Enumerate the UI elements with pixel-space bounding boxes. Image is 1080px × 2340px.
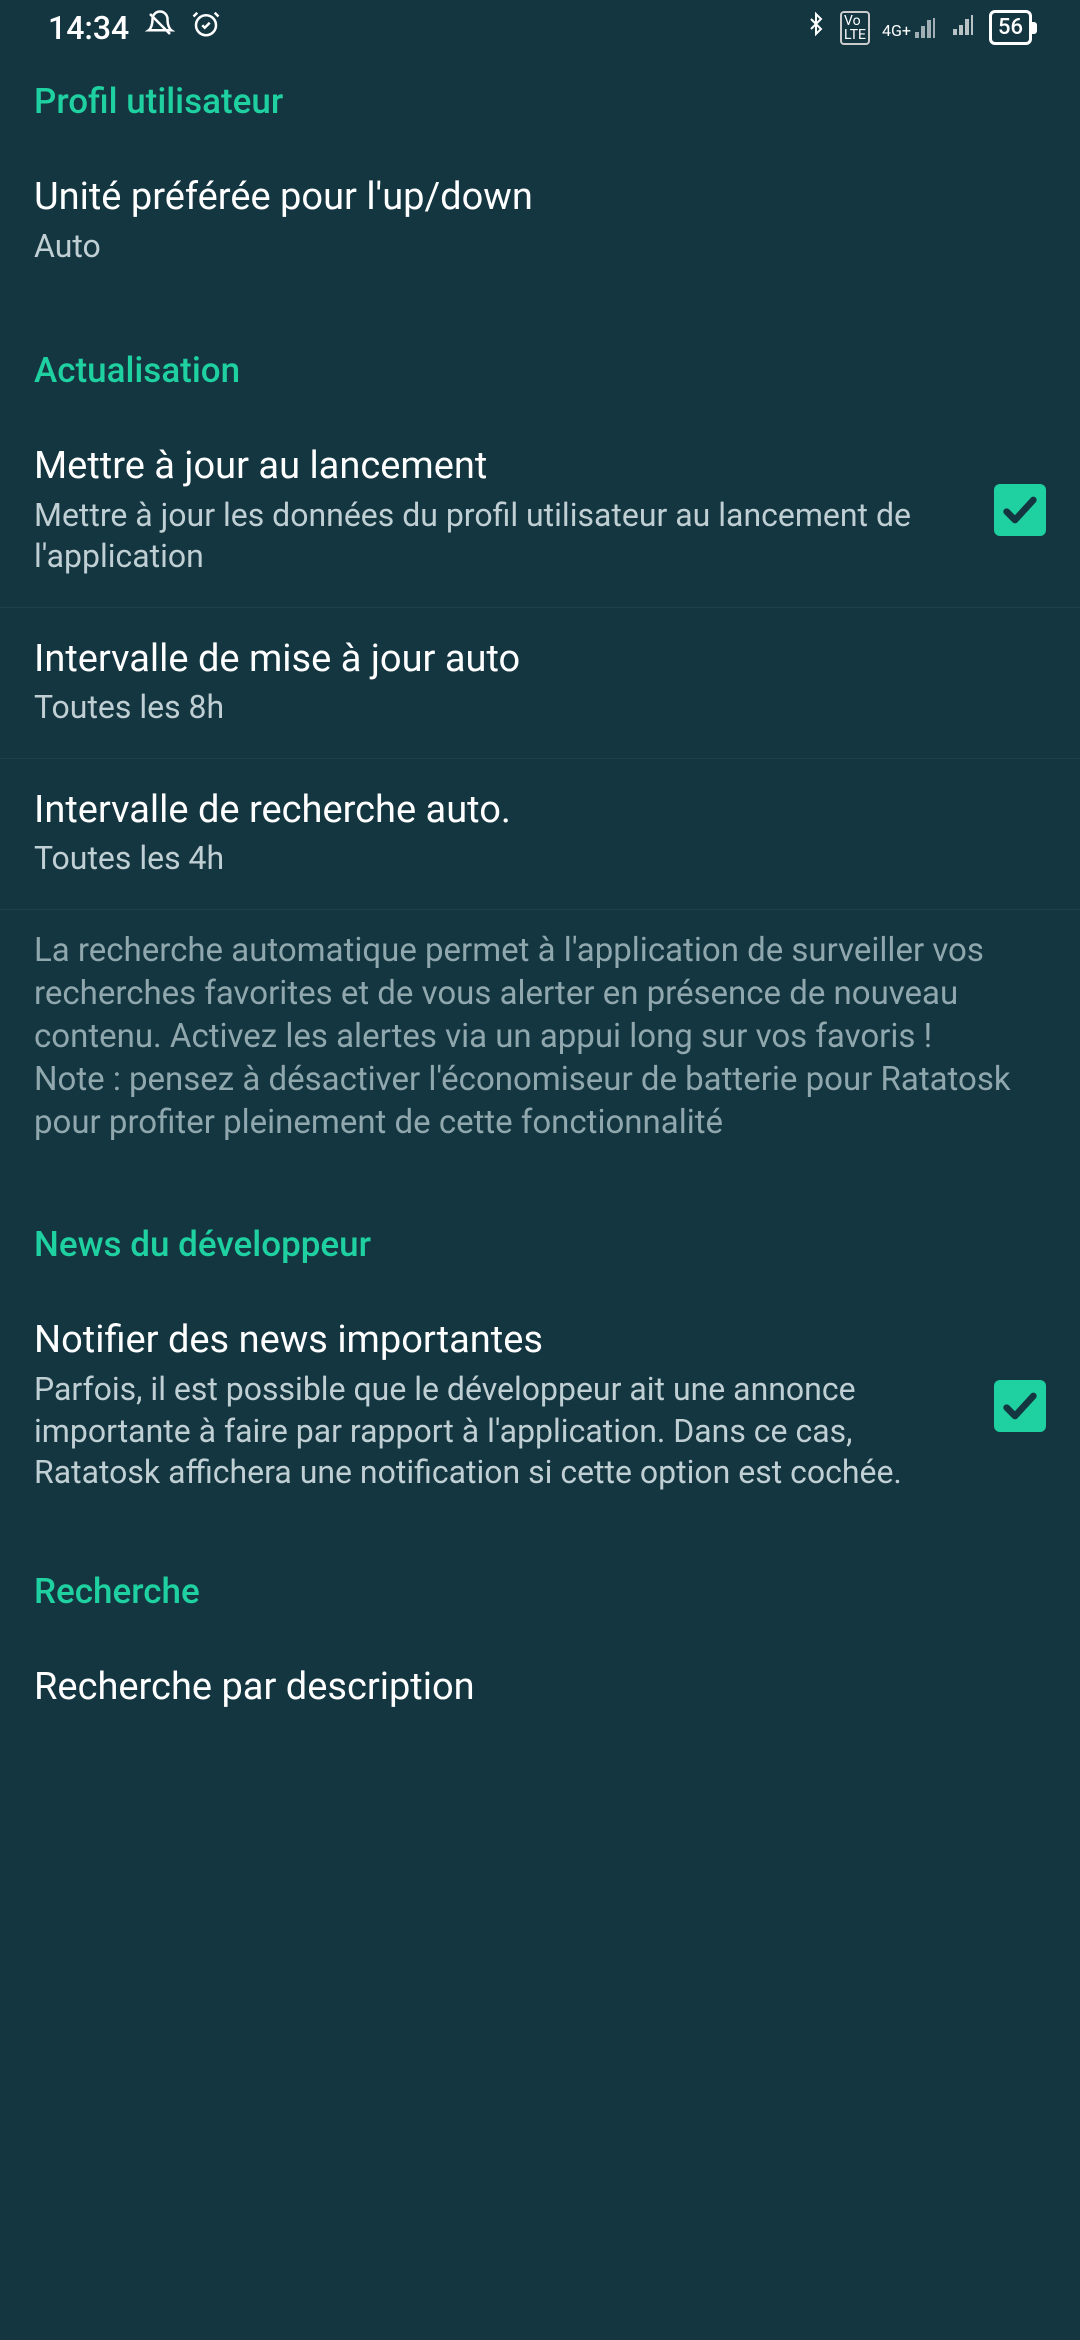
check-icon bbox=[1000, 490, 1040, 530]
status-time: 14:34 bbox=[48, 9, 129, 47]
pref-sub: Mettre à jour les données du profil util… bbox=[34, 495, 970, 578]
pref-value: Toutes les 4h bbox=[34, 838, 1046, 880]
pref-text: Intervalle de mise à jour auto Toutes le… bbox=[34, 636, 1046, 729]
pref-update-interval[interactable]: Intervalle de mise à jour auto Toutes le… bbox=[0, 608, 1080, 758]
pref-text: Intervalle de recherche auto. Toutes les… bbox=[34, 787, 1046, 880]
battery-icon: 56 bbox=[989, 10, 1032, 45]
settings-content: Profil utilisateur Unité préférée pour l… bbox=[0, 55, 1080, 1716]
checkbox-notify-news[interactable] bbox=[994, 1380, 1046, 1432]
bluetooth-icon bbox=[804, 9, 828, 47]
alarm-icon bbox=[191, 9, 221, 47]
pref-title: Intervalle de recherche auto. bbox=[34, 787, 1046, 835]
status-bar: 14:34 VoLTE 4G+ bbox=[0, 0, 1080, 55]
pref-text: Notifier des news importantes Parfois, i… bbox=[34, 1317, 970, 1493]
dnd-icon bbox=[145, 9, 175, 47]
pref-value: Auto bbox=[34, 226, 1046, 268]
section-header-devnews: News du développeur bbox=[0, 1184, 1080, 1289]
status-right: VoLTE 4G+ 56 bbox=[804, 9, 1032, 47]
pref-search-by-description[interactable]: Recherche par description bbox=[0, 1636, 1080, 1717]
volte-icon: VoLTE bbox=[840, 11, 870, 45]
pref-notify-news[interactable]: Notifier des news importantes Parfois, i… bbox=[0, 1289, 1080, 1522]
pref-value: Toutes les 8h bbox=[34, 687, 1046, 729]
info-auto-search: La recherche automatique permet à l'appl… bbox=[0, 909, 1080, 1184]
battery-level: 56 bbox=[998, 15, 1023, 40]
pref-search-interval[interactable]: Intervalle de recherche auto. Toutes les… bbox=[0, 759, 1080, 909]
status-left: 14:34 bbox=[48, 9, 221, 47]
pref-title: Intervalle de mise à jour auto bbox=[34, 636, 1046, 684]
pref-preferred-unit[interactable]: Unité préférée pour l'up/down Auto bbox=[0, 146, 1080, 296]
pref-sub: Parfois, il est possible que le développ… bbox=[34, 1369, 970, 1494]
section-header-profile: Profil utilisateur bbox=[0, 55, 1080, 146]
pref-title: Notifier des news importantes bbox=[34, 1317, 970, 1365]
pref-text: Recherche par description bbox=[34, 1664, 1046, 1716]
pref-text: Unité préférée pour l'up/down Auto bbox=[34, 174, 1046, 267]
section-header-search: Recherche bbox=[0, 1523, 1080, 1636]
signal-icon bbox=[949, 10, 977, 45]
pref-title: Mettre à jour au lancement bbox=[34, 443, 970, 491]
check-icon bbox=[1000, 1386, 1040, 1426]
pref-text: Mettre à jour au lancement Mettre à jour… bbox=[34, 443, 970, 578]
network-4g-icon: 4G+ bbox=[882, 16, 937, 40]
checkbox-update-on-launch[interactable] bbox=[994, 484, 1046, 536]
section-header-refresh: Actualisation bbox=[0, 296, 1080, 415]
pref-title: Recherche par description bbox=[34, 1664, 1046, 1712]
pref-update-on-launch[interactable]: Mettre à jour au lancement Mettre à jour… bbox=[0, 415, 1080, 607]
pref-title: Unité préférée pour l'up/down bbox=[34, 174, 1046, 222]
